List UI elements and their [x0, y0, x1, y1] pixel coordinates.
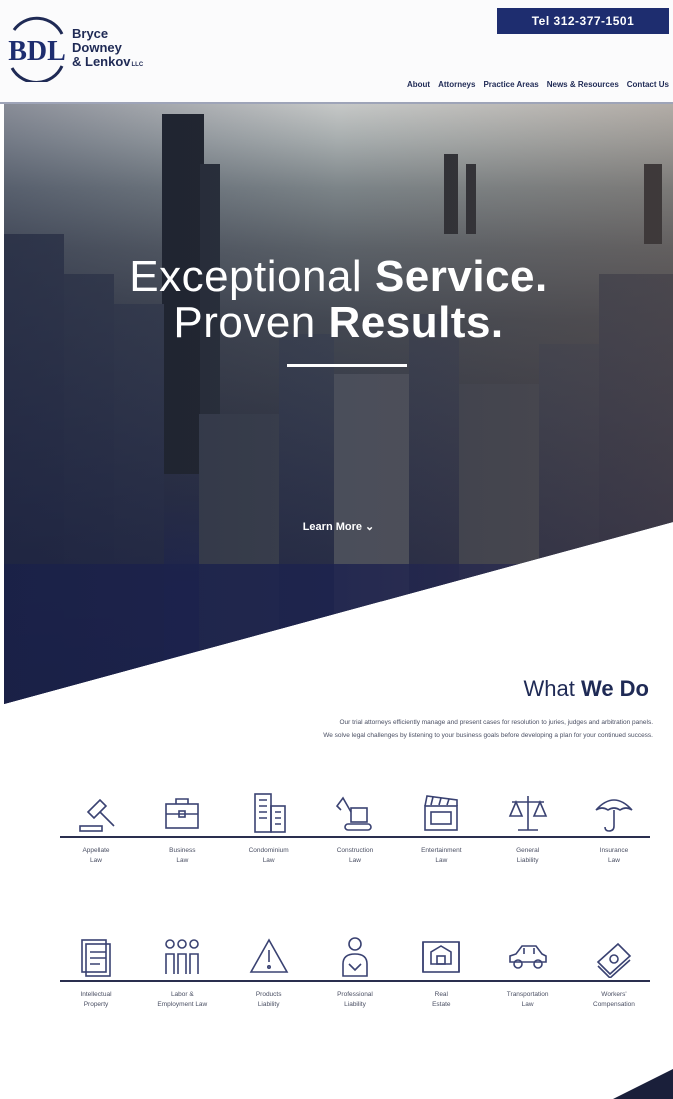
practice-row-1: Appellate Law Business Law Condominium L… — [60, 778, 650, 866]
gavel-icon[interactable] — [60, 778, 132, 834]
clapperboard-icon[interactable] — [405, 778, 477, 834]
row-1-divider — [60, 836, 650, 838]
practice-professional-liability[interactable]: Professional Liability — [319, 990, 391, 1010]
nav-about[interactable]: About — [407, 80, 430, 89]
brand-name: Bryce Downey & LenkovLLC — [72, 25, 144, 72]
logo-letters: BDL — [8, 36, 66, 67]
learn-more-link[interactable]: Learn More ⌄ — [4, 520, 673, 533]
nav-news-resources[interactable]: News & Resources — [547, 80, 619, 89]
footer-corner-accent — [613, 1069, 673, 1099]
what-we-do-title: What We Do — [523, 676, 649, 702]
practice-row-2: Intellectual Property Labor & Employment… — [60, 922, 650, 1010]
hero-line1-bold: Service. — [374, 252, 548, 301]
practice-insurance-law[interactable]: Insurance Law — [578, 846, 650, 866]
hero-line1-regular: Exceptional — [129, 252, 375, 301]
nav-practice-areas[interactable]: Practice Areas — [483, 80, 538, 89]
practice-construction-law[interactable]: Construction Law — [319, 846, 391, 866]
brand-suffix: LLC — [131, 61, 144, 68]
practice-products-liability[interactable]: Products Liability — [233, 990, 305, 1010]
hero-divider — [287, 364, 407, 367]
site-header: BDL Bryce Downey & LenkovLLC Tel 312-377… — [0, 0, 673, 104]
practice-business-law[interactable]: Business Law — [146, 846, 218, 866]
main-nav: About Attorneys Practice Areas News & Re… — [407, 80, 669, 89]
money-icon[interactable] — [578, 922, 650, 978]
practice-real-estate[interactable]: Real Estate — [405, 990, 477, 1010]
workers-icon[interactable] — [146, 922, 218, 978]
hero-line2-bold: Results. — [328, 298, 504, 347]
brand-line-1: Bryce — [72, 25, 109, 41]
warning-icon[interactable] — [233, 922, 305, 978]
logo-mark-icon: BDL — [4, 16, 70, 84]
document-icon[interactable] — [60, 922, 132, 978]
practice-entertainment-law[interactable]: Entertainment Law — [405, 846, 477, 866]
hero-headline: Exceptional Service. Proven Results. — [4, 254, 673, 346]
practice-general-liability[interactable]: General Liability — [492, 846, 564, 866]
logo[interactable]: BDL Bryce Downey & LenkovLLC — [4, 14, 184, 84]
what-we-do-title-bold: We Do — [580, 676, 649, 701]
brand-line-2: Downey — [72, 39, 122, 55]
nav-attorneys[interactable]: Attorneys — [438, 80, 475, 89]
description-line-2: We solve legal challenges by listening t… — [323, 732, 653, 739]
blueprint-icon[interactable] — [405, 922, 477, 978]
practice-transportation-law[interactable]: Transportation Law — [492, 990, 564, 1010]
practice-labor-employment-law[interactable]: Labor & Employment Law — [146, 990, 218, 1010]
what-we-do-title-regular: What — [523, 676, 581, 701]
what-we-do-description: Our trial attorneys efficiently manage a… — [133, 716, 653, 742]
scales-icon[interactable] — [492, 778, 564, 834]
row-2-divider — [60, 980, 650, 982]
description-line-1: Our trial attorneys efficiently manage a… — [339, 719, 654, 726]
practice-intellectual-property[interactable]: Intellectual Property — [60, 990, 132, 1010]
condominium-icon[interactable] — [233, 778, 305, 834]
car-icon[interactable] — [492, 922, 564, 978]
hero-tint — [4, 104, 673, 704]
professional-icon[interactable] — [319, 922, 391, 978]
practice-workers-compensation[interactable]: Workers' Compensation — [578, 990, 650, 1010]
nav-contact-us[interactable]: Contact Us — [627, 80, 669, 89]
hero-line2-regular: Proven — [173, 298, 329, 347]
hero-section: Exceptional Service. Proven Results. Lea… — [4, 104, 673, 704]
excavator-icon[interactable] — [319, 778, 391, 834]
briefcase-icon[interactable] — [146, 778, 218, 834]
practice-condominium-law[interactable]: Condominium Law — [233, 846, 305, 866]
umbrella-icon[interactable] — [578, 778, 650, 834]
practice-appellate-law[interactable]: Appellate Law — [60, 846, 132, 866]
brand-line-3: & Lenkov — [72, 53, 131, 69]
phone-button[interactable]: Tel 312-377-1501 — [497, 8, 669, 34]
